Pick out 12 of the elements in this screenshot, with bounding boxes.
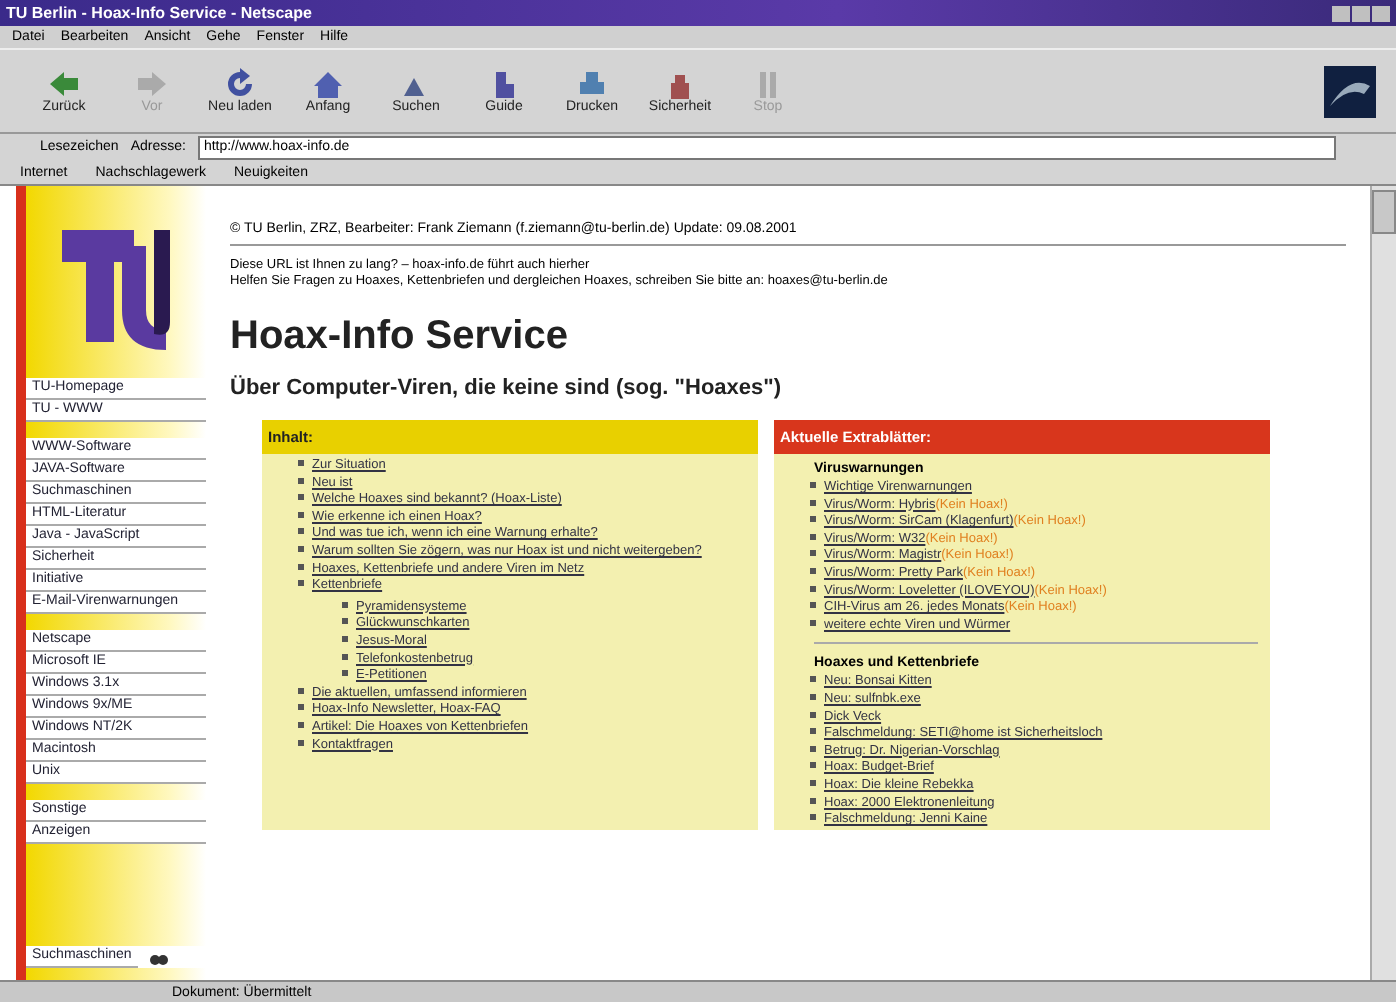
toolbar-icon — [574, 68, 610, 100]
browser-logo-icon — [1324, 65, 1376, 117]
binoculars-icon — [149, 949, 168, 965]
toolbar-icon — [46, 68, 82, 100]
page-title: Hoax-Info Service — [230, 314, 570, 360]
toolbar-icon — [222, 68, 258, 100]
window-title: TU Berlin - Hoax-Info Service - Netscape — [6, 4, 312, 22]
toolbar-icon — [134, 68, 170, 100]
scrollbar[interactable] — [1370, 186, 1396, 980]
toolbar-icon — [310, 68, 346, 100]
page-subtitle: Über Computer-Viren, die keine sind (sog. "Hoaxes") — [230, 376, 784, 400]
window-controls-icon[interactable] — [1332, 5, 1390, 21]
